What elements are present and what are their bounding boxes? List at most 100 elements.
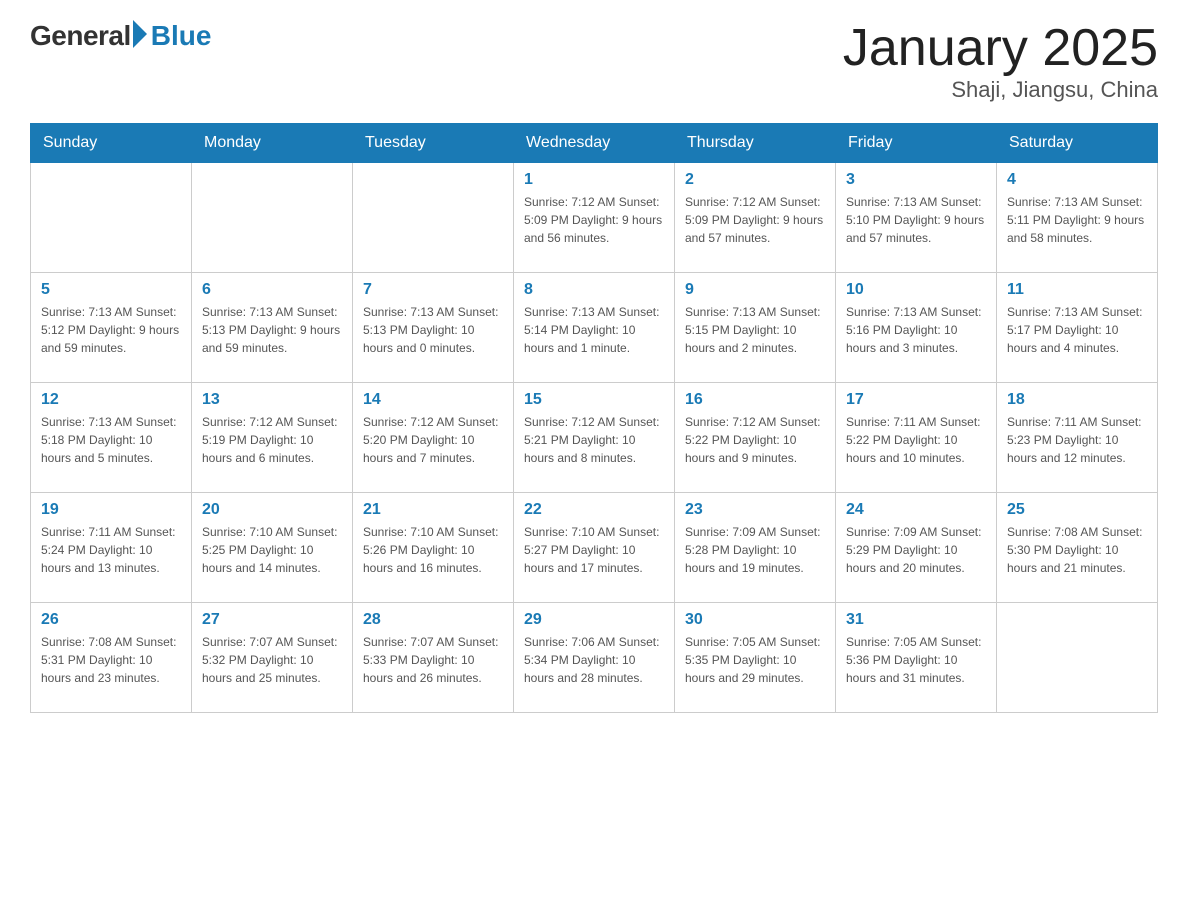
calendar-cell: 22 Sunrise: 7:10 AM Sunset: 5:27 PM Dayli… xyxy=(514,493,675,603)
day-number: 8 xyxy=(524,281,664,299)
day-info: Sunrise: 7:13 AM Sunset: 5:13 PM Dayligh… xyxy=(363,303,503,357)
day-number: 11 xyxy=(1007,281,1147,299)
calendar-week-row: 5Sunrise: 7:13 AM Sunset: 5:12 PM Daylig… xyxy=(31,273,1158,383)
location-subtitle: Shaji, Jiangsu, China xyxy=(843,77,1158,103)
weekday-header-friday: Friday xyxy=(836,124,997,163)
calendar-table: SundayMondayTuesdayWednesdayThursdayFrid… xyxy=(30,123,1158,713)
day-number: 15 xyxy=(524,391,664,409)
day-info: Sunrise: 7:11 AM Sunset: 5:24 PM Dayligh… xyxy=(41,523,181,577)
calendar-cell xyxy=(31,163,192,273)
calendar-cell xyxy=(192,163,353,273)
day-info: Sunrise: 7:12 AM Sunset: 5:20 PM Dayligh… xyxy=(363,413,503,467)
calendar-cell: 10Sunrise: 7:13 AM Sunset: 5:16 PM Dayli… xyxy=(836,273,997,383)
calendar-cell: 29 Sunrise: 7:06 AM Sunset: 5:34 PM Dayli… xyxy=(514,603,675,713)
calendar-cell: 1 Sunrise: 7:12 AM Sunset: 5:09 PM Daylig… xyxy=(514,163,675,273)
day-info: Sunrise: 7:13 AM Sunset: 5:10 PM Dayligh… xyxy=(846,193,986,247)
day-info: Sunrise: 7:13 AM Sunset: 5:15 PM Dayligh… xyxy=(685,303,825,357)
day-info: Sunrise: 7:13 AM Sunset: 5:14 PM Dayligh… xyxy=(524,303,664,357)
calendar-cell: 27Sunrise: 7:07 AM Sunset: 5:32 PM Dayli… xyxy=(192,603,353,713)
day-number: 7 xyxy=(363,281,503,299)
day-number: 30 xyxy=(685,611,825,629)
day-number: 4 xyxy=(1007,171,1147,189)
logo: General Blue xyxy=(30,20,211,52)
day-number: 1 xyxy=(524,171,664,189)
day-number: 17 xyxy=(846,391,986,409)
calendar-cell: 24 Sunrise: 7:09 AM Sunset: 5:29 PM Dayli… xyxy=(836,493,997,603)
day-info: Sunrise: 7:08 AM Sunset: 5:30 PM Dayligh… xyxy=(1007,523,1147,577)
day-number: 3 xyxy=(846,171,986,189)
calendar-cell: 9 Sunrise: 7:13 AM Sunset: 5:15 PM Daylig… xyxy=(675,273,836,383)
day-info: Sunrise: 7:10 AM Sunset: 5:26 PM Dayligh… xyxy=(363,523,503,577)
calendar-week-row: 1 Sunrise: 7:12 AM Sunset: 5:09 PM Daylig… xyxy=(31,163,1158,273)
day-info: Sunrise: 7:11 AM Sunset: 5:23 PM Dayligh… xyxy=(1007,413,1147,467)
day-info: Sunrise: 7:09 AM Sunset: 5:29 PM Dayligh… xyxy=(846,523,986,577)
calendar-cell: 19 Sunrise: 7:11 AM Sunset: 5:24 PM Dayli… xyxy=(31,493,192,603)
day-number: 21 xyxy=(363,501,503,519)
day-info: Sunrise: 7:07 AM Sunset: 5:32 PM Dayligh… xyxy=(202,633,342,687)
day-info: Sunrise: 7:13 AM Sunset: 5:13 PM Dayligh… xyxy=(202,303,342,357)
day-info: Sunrise: 7:13 AM Sunset: 5:11 PM Dayligh… xyxy=(1007,193,1147,247)
day-number: 23 xyxy=(685,501,825,519)
calendar-cell: 16Sunrise: 7:12 AM Sunset: 5:22 PM Dayli… xyxy=(675,383,836,493)
calendar-cell: 11 Sunrise: 7:13 AM Sunset: 5:17 PM Dayli… xyxy=(997,273,1158,383)
day-number: 5 xyxy=(41,281,181,299)
day-number: 16 xyxy=(685,391,825,409)
day-number: 29 xyxy=(524,611,664,629)
day-info: Sunrise: 7:12 AM Sunset: 5:09 PM Dayligh… xyxy=(685,193,825,247)
weekday-header-thursday: Thursday xyxy=(675,124,836,163)
calendar-week-row: 19 Sunrise: 7:11 AM Sunset: 5:24 PM Dayli… xyxy=(31,493,1158,603)
calendar-week-row: 12Sunrise: 7:13 AM Sunset: 5:18 PM Dayli… xyxy=(31,383,1158,493)
title-block: January 2025 Shaji, Jiangsu, China xyxy=(843,20,1158,103)
weekday-header-saturday: Saturday xyxy=(997,124,1158,163)
day-info: Sunrise: 7:05 AM Sunset: 5:35 PM Dayligh… xyxy=(685,633,825,687)
day-info: Sunrise: 7:13 AM Sunset: 5:17 PM Dayligh… xyxy=(1007,303,1147,357)
day-info: Sunrise: 7:05 AM Sunset: 5:36 PM Dayligh… xyxy=(846,633,986,687)
day-info: Sunrise: 7:12 AM Sunset: 5:09 PM Dayligh… xyxy=(524,193,664,247)
day-number: 26 xyxy=(41,611,181,629)
day-info: Sunrise: 7:10 AM Sunset: 5:27 PM Dayligh… xyxy=(524,523,664,577)
calendar-cell xyxy=(353,163,514,273)
day-info: Sunrise: 7:11 AM Sunset: 5:22 PM Dayligh… xyxy=(846,413,986,467)
day-info: Sunrise: 7:12 AM Sunset: 5:19 PM Dayligh… xyxy=(202,413,342,467)
day-number: 13 xyxy=(202,391,342,409)
day-number: 19 xyxy=(41,501,181,519)
calendar-cell: 21 Sunrise: 7:10 AM Sunset: 5:26 PM Dayli… xyxy=(353,493,514,603)
calendar-week-row: 26Sunrise: 7:08 AM Sunset: 5:31 PM Dayli… xyxy=(31,603,1158,713)
calendar-cell: 13 Sunrise: 7:12 AM Sunset: 5:19 PM Dayli… xyxy=(192,383,353,493)
logo-blue-text: Blue xyxy=(151,20,212,52)
calendar-cell: 3 Sunrise: 7:13 AM Sunset: 5:10 PM Daylig… xyxy=(836,163,997,273)
day-number: 25 xyxy=(1007,501,1147,519)
calendar-cell: 4 Sunrise: 7:13 AM Sunset: 5:11 PM Daylig… xyxy=(997,163,1158,273)
day-number: 2 xyxy=(685,171,825,189)
day-number: 6 xyxy=(202,281,342,299)
calendar-cell: 14 Sunrise: 7:12 AM Sunset: 5:20 PM Dayli… xyxy=(353,383,514,493)
day-info: Sunrise: 7:10 AM Sunset: 5:25 PM Dayligh… xyxy=(202,523,342,577)
day-number: 9 xyxy=(685,281,825,299)
logo-triangle-icon xyxy=(133,20,147,48)
calendar-cell: 31 Sunrise: 7:05 AM Sunset: 5:36 PM Dayli… xyxy=(836,603,997,713)
weekday-header-sunday: Sunday xyxy=(31,124,192,163)
page-header: General Blue January 2025 Shaji, Jiangsu… xyxy=(30,20,1158,103)
day-number: 10 xyxy=(846,281,986,299)
calendar-cell: 26Sunrise: 7:08 AM Sunset: 5:31 PM Dayli… xyxy=(31,603,192,713)
calendar-cell: 5Sunrise: 7:13 AM Sunset: 5:12 PM Daylig… xyxy=(31,273,192,383)
calendar-cell: 15 Sunrise: 7:12 AM Sunset: 5:21 PM Dayli… xyxy=(514,383,675,493)
weekday-header-row: SundayMondayTuesdayWednesdayThursdayFrid… xyxy=(31,124,1158,163)
logo-general-text: General xyxy=(30,20,131,52)
day-info: Sunrise: 7:06 AM Sunset: 5:34 PM Dayligh… xyxy=(524,633,664,687)
weekday-header-monday: Monday xyxy=(192,124,353,163)
day-info: Sunrise: 7:09 AM Sunset: 5:28 PM Dayligh… xyxy=(685,523,825,577)
weekday-header-tuesday: Tuesday xyxy=(353,124,514,163)
day-number: 24 xyxy=(846,501,986,519)
calendar-cell: 30 Sunrise: 7:05 AM Sunset: 5:35 PM Dayli… xyxy=(675,603,836,713)
calendar-cell: 6 Sunrise: 7:13 AM Sunset: 5:13 PM Daylig… xyxy=(192,273,353,383)
calendar-cell: 12Sunrise: 7:13 AM Sunset: 5:18 PM Dayli… xyxy=(31,383,192,493)
day-number: 31 xyxy=(846,611,986,629)
day-number: 22 xyxy=(524,501,664,519)
calendar-cell: 17 Sunrise: 7:11 AM Sunset: 5:22 PM Dayli… xyxy=(836,383,997,493)
day-number: 28 xyxy=(363,611,503,629)
day-info: Sunrise: 7:12 AM Sunset: 5:21 PM Dayligh… xyxy=(524,413,664,467)
day-number: 14 xyxy=(363,391,503,409)
weekday-header-wednesday: Wednesday xyxy=(514,124,675,163)
day-number: 18 xyxy=(1007,391,1147,409)
